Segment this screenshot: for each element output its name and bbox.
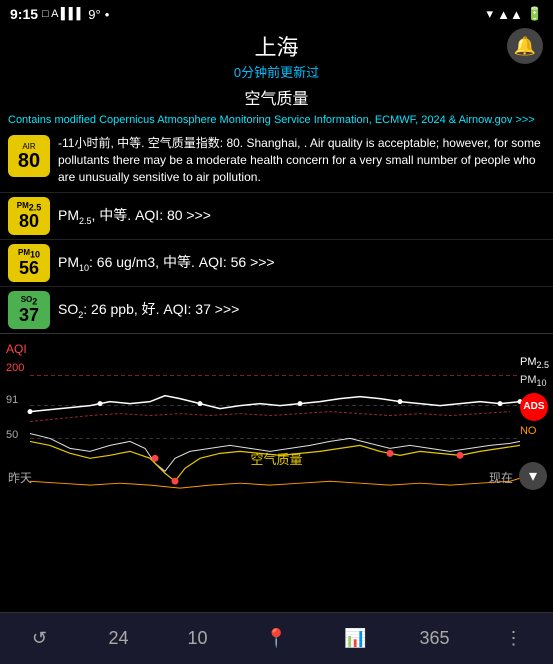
wifi-icon: ▾ [487, 6, 494, 22]
chart-yesterday-label: 昨天 [8, 469, 32, 486]
aqi-description: -11小时前, 中等. 空气质量指数: 80. Shanghai, . Air … [58, 135, 545, 185]
chart-91-label: 91 [6, 394, 18, 406]
so2-text: SO2: 26 ppb, 好. AQI: 37 >>> [58, 299, 545, 320]
24h-label: 24 [108, 628, 128, 649]
location-icon: 📍 [265, 628, 287, 649]
legend-ads: ADS [520, 393, 548, 421]
pm25-row[interactable]: PM2.5 80 PM2.5, 中等. AQI: 80 >>> [0, 192, 553, 239]
nav-more[interactable]: ⋮ [489, 628, 539, 649]
chart-aqi-label: AQI [6, 342, 27, 356]
status-bar: 9:15 □ A ▌▌▌ 9° • ▾ ▲▲ 🔋 [0, 0, 553, 28]
status-icons: □ A ▌▌▌ [42, 8, 84, 20]
nav-refresh[interactable]: ↺ [15, 628, 65, 649]
notification-icon[interactable]: 🔔 [507, 28, 543, 64]
pm10-badge-num: 56 [19, 259, 39, 277]
chart-area[interactable]: AQI 200 91 50 空气质量 昨天 现在 PM2.5 PM10 ADS … [0, 333, 553, 518]
attribution-text[interactable]: Contains modified Copernicus Atmosphere … [0, 111, 553, 129]
header: 上海 0分钟前更新过 🔔 [0, 28, 553, 83]
aqi-main-section: AIR 80 -11小时前, 中等. 空气质量指数: 80. Shanghai,… [0, 129, 553, 191]
nav-location[interactable]: 📍 [252, 628, 302, 649]
so2-row[interactable]: SO2 37 SO2: 26 ppb, 好. AQI: 37 >>> [0, 286, 553, 333]
365-label: 365 [419, 628, 449, 649]
legend-pm25: PM2.5 [520, 354, 549, 373]
pm10-text: PM10: 66 ug/m3, 中等. AQI: 56 >>> [58, 252, 545, 273]
legend-no: NO [520, 423, 549, 441]
pollutant-rows: PM2.5 80 PM2.5, 中等. AQI: 80 >>> PM10 56 … [0, 192, 553, 333]
status-temp: 9° [88, 7, 100, 22]
main-aqi-badge[interactable]: AIR 80 [8, 135, 50, 177]
chart-svg [0, 334, 553, 518]
pm10-row[interactable]: PM10 56 PM10: 66 ug/m3, 中等. AQI: 56 >>> [0, 239, 553, 286]
refresh-icon: ↺ [32, 628, 47, 649]
chart-scroll-button[interactable]: ▾ [519, 462, 547, 490]
aq-quality-title: 空气质量 [0, 83, 553, 111]
chart-aq-label: 空气质量 [250, 449, 302, 468]
pm25-badge: PM2.5 80 [8, 197, 50, 235]
pm25-text: PM2.5, 中等. AQI: 80 >>> [58, 205, 545, 226]
chart-icon: 📊 [344, 628, 366, 649]
nav-chart[interactable]: 📊 [331, 628, 381, 649]
update-time: 0分钟前更新过 [0, 62, 553, 81]
chart-50-label: 50 [6, 429, 18, 441]
bottom-nav: ↺ 24 10 📍 📊 365 ⋮ [0, 612, 553, 664]
battery-icon: 🔋 [527, 6, 543, 22]
more-icon: ⋮ [505, 628, 523, 649]
legend-pm10: PM10 [520, 372, 549, 391]
so2-badge: SO2 37 [8, 291, 50, 329]
nav-10d[interactable]: 10 [173, 628, 223, 649]
signal-icon: ▲▲ [497, 7, 523, 22]
chart-now-label: 现在 [489, 469, 513, 486]
so2-badge-num: 37 [19, 306, 39, 324]
pm10-badge: PM10 56 [8, 244, 50, 282]
chart-legend: PM2.5 PM10 ADS NO [520, 354, 549, 441]
chart-200-label: 200 [6, 362, 24, 374]
nav-24h[interactable]: 24 [94, 628, 144, 649]
status-dot: • [105, 7, 110, 22]
badge-num: 80 [18, 151, 40, 171]
status-time: 9:15 [10, 6, 38, 22]
10d-label: 10 [187, 628, 207, 649]
pm25-badge-num: 80 [19, 212, 39, 230]
nav-365[interactable]: 365 [410, 628, 460, 649]
city-name: 上海 [0, 30, 553, 62]
